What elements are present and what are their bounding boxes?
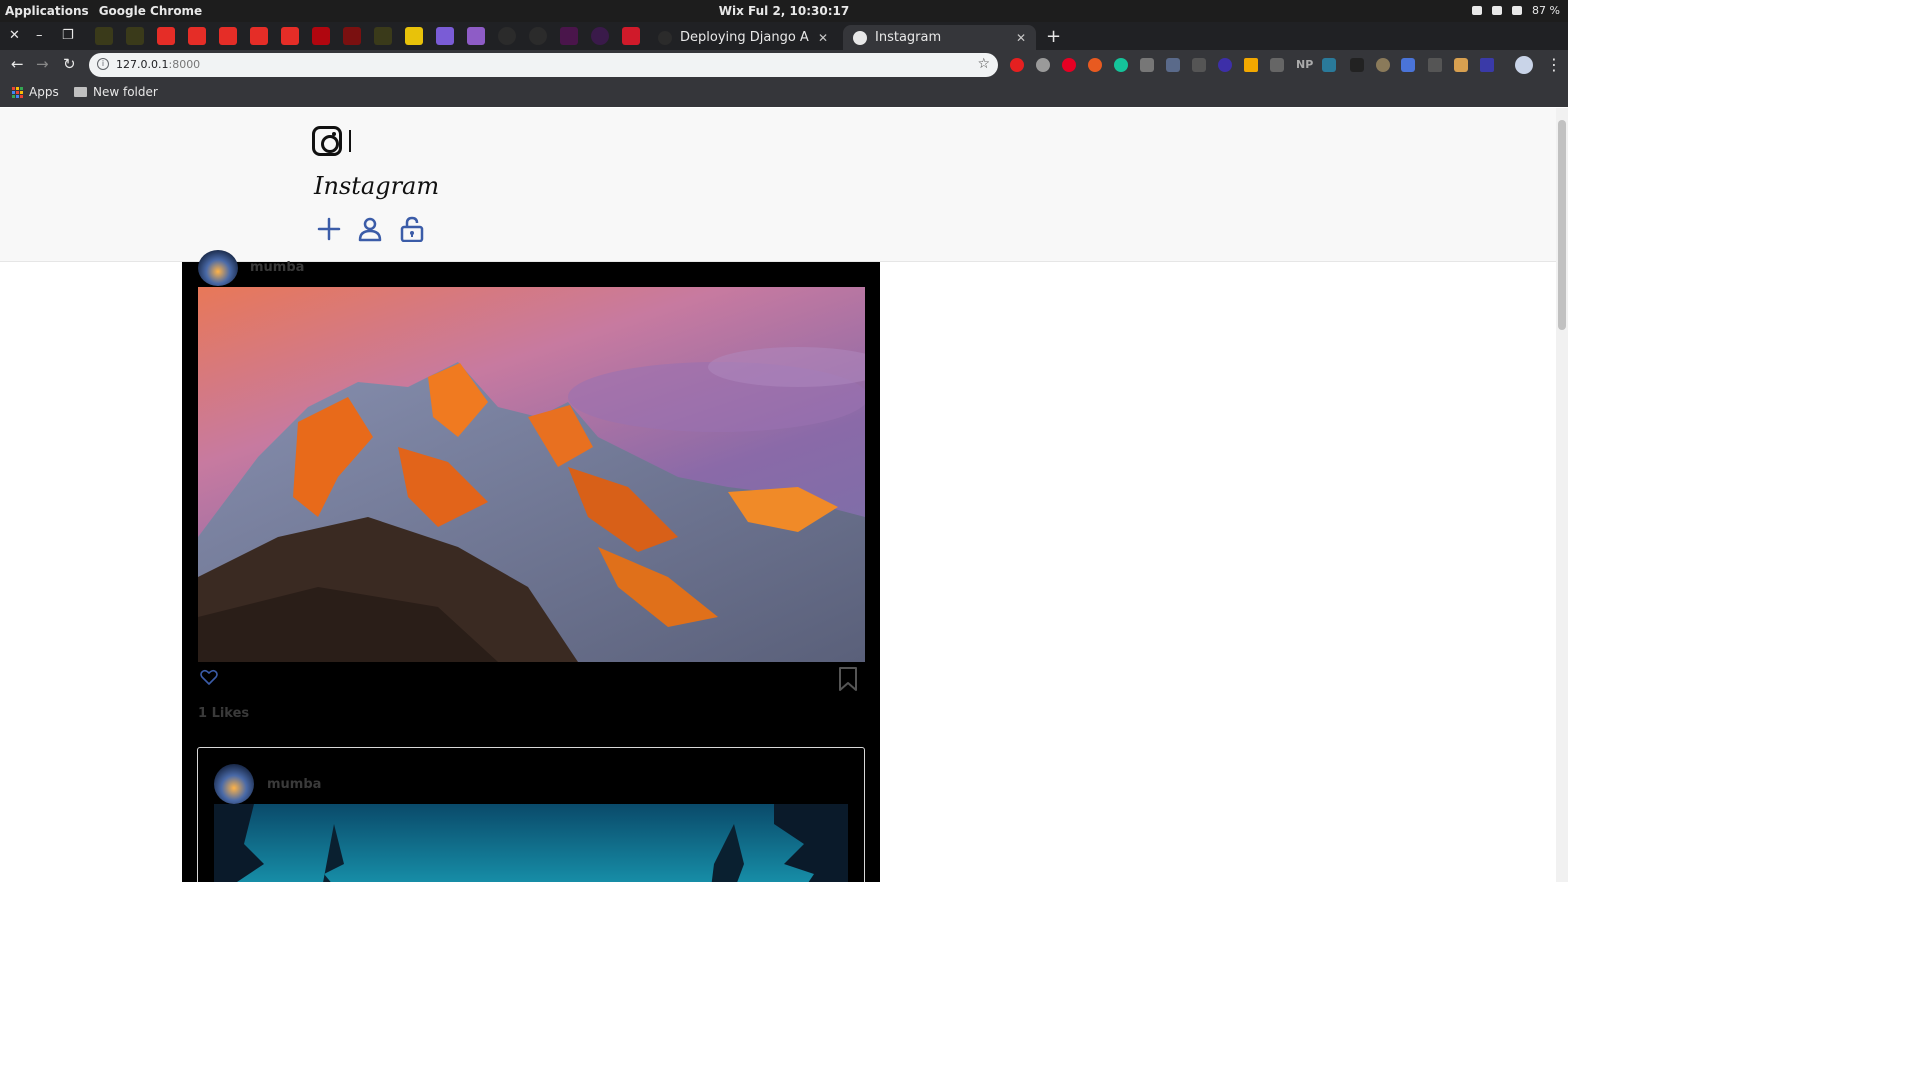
tab-title: Deploying Django Applica bbox=[680, 30, 810, 45]
avatar[interactable] bbox=[198, 250, 238, 286]
download-icon[interactable] bbox=[1192, 58, 1206, 72]
pinterest-icon[interactable] bbox=[1062, 58, 1076, 72]
os-top-bar: Applications Google Chrome Wix Ful 2, 10… bbox=[0, 0, 1568, 22]
youtube-icon[interactable] bbox=[219, 27, 237, 45]
page-viewport: Instagram mumba 1 Likes mumba bbox=[0, 108, 1556, 882]
tab-deploying-django[interactable]: Deploying Django Applica ✕ bbox=[648, 25, 838, 50]
volume-icon[interactable] bbox=[1492, 6, 1503, 15]
youtube-icon[interactable] bbox=[281, 27, 299, 45]
battery-level: 87 % bbox=[1532, 4, 1560, 17]
new-tab-icon[interactable]: + bbox=[1046, 26, 1061, 47]
save-bookmark-icon[interactable] bbox=[838, 666, 858, 692]
slash-icon[interactable] bbox=[436, 27, 454, 45]
back-icon[interactable]: ← bbox=[11, 55, 24, 73]
close-window-icon[interactable]: ✕ bbox=[9, 28, 20, 43]
tree-icon[interactable] bbox=[374, 27, 392, 45]
arrow-icon[interactable] bbox=[1270, 58, 1284, 72]
address-bar[interactable]: i 127.0.0.1:8000 ☆ bbox=[89, 53, 998, 77]
flag-icon[interactable] bbox=[1480, 58, 1494, 72]
instagram-camera-icon[interactable] bbox=[312, 126, 342, 156]
color-icon[interactable] bbox=[1088, 58, 1102, 72]
apps-grid-icon bbox=[12, 86, 23, 98]
translate-icon[interactable] bbox=[1401, 58, 1415, 72]
bookmarks-bar: Apps New folder bbox=[0, 80, 1568, 107]
abp-icon[interactable] bbox=[1036, 58, 1050, 72]
face-icon[interactable] bbox=[1376, 58, 1390, 72]
heart-icon[interactable] bbox=[200, 669, 218, 686]
circle-icon[interactable] bbox=[591, 27, 609, 45]
note-icon[interactable] bbox=[405, 27, 423, 45]
browser-toolbar: ← → ↻ i 127.0.0.1:8000 ☆ NP ⋮ bbox=[0, 50, 1568, 80]
post-card: mumba bbox=[197, 747, 865, 882]
plus-icon[interactable] bbox=[316, 216, 342, 242]
media-icon[interactable] bbox=[343, 27, 361, 45]
bookmark-icon[interactable] bbox=[1428, 58, 1442, 72]
close-tab-icon[interactable]: ✕ bbox=[818, 31, 828, 45]
minimize-window-icon[interactable]: – bbox=[36, 28, 43, 43]
user-icon[interactable] bbox=[357, 216, 383, 242]
github-icon[interactable] bbox=[498, 27, 516, 45]
brand-wordmark[interactable]: Instagram bbox=[314, 172, 439, 200]
forward-icon[interactable]: → bbox=[36, 55, 49, 73]
youtube-icon[interactable] bbox=[188, 27, 206, 45]
site-navbar: Instagram bbox=[0, 108, 1556, 262]
close-tab-icon[interactable]: ✕ bbox=[1016, 31, 1026, 45]
folder-icon bbox=[74, 87, 87, 97]
tab-strip: ✕ – ❐ Deploying Django Applica ✕ Instagr… bbox=[0, 22, 1568, 50]
ts-icon[interactable] bbox=[622, 27, 640, 45]
menu-icon[interactable]: ⋮ bbox=[1546, 55, 1562, 74]
location-icon[interactable] bbox=[1140, 58, 1154, 72]
github-icon[interactable] bbox=[529, 27, 547, 45]
post-image-mountain[interactable] bbox=[198, 287, 865, 662]
slack-icon[interactable] bbox=[560, 27, 578, 45]
tree-icon[interactable] bbox=[126, 27, 144, 45]
bookmark-new-folder[interactable]: New folder bbox=[74, 85, 158, 99]
play-icon[interactable] bbox=[1244, 58, 1258, 72]
battery-icon[interactable] bbox=[1512, 6, 1523, 15]
netflix-icon[interactable] bbox=[312, 27, 330, 45]
globe-icon bbox=[853, 30, 867, 45]
cube-icon[interactable] bbox=[1350, 58, 1364, 72]
post-username[interactable]: mumba bbox=[250, 260, 304, 275]
m-icon[interactable] bbox=[1322, 58, 1336, 72]
tab-title: Instagram bbox=[875, 30, 942, 45]
adblock-icon[interactable] bbox=[1010, 58, 1024, 72]
youtube-icon[interactable] bbox=[250, 27, 268, 45]
site-info-icon[interactable]: i bbox=[97, 58, 109, 70]
system-clock[interactable]: Wix Ful 2, 10:30:17 bbox=[0, 4, 1568, 18]
box-icon[interactable] bbox=[1454, 58, 1468, 72]
scrollbar-thumb[interactable] bbox=[1558, 120, 1566, 330]
restore-window-icon[interactable]: ❐ bbox=[62, 28, 74, 43]
github-icon bbox=[658, 30, 672, 45]
post-image-night-forest[interactable] bbox=[214, 804, 848, 882]
page-scrollbar[interactable] bbox=[1556, 108, 1568, 882]
np-icon[interactable]: NP bbox=[1296, 58, 1313, 71]
feed: mumba 1 Likes mumba bbox=[182, 250, 880, 882]
reload-icon[interactable]: ↻ bbox=[63, 55, 76, 73]
url-text[interactable]: 127.0.0.1:8000 bbox=[116, 58, 200, 71]
bookmark-label: New folder bbox=[93, 85, 158, 99]
likes-count: 1 Likes bbox=[198, 706, 250, 721]
post-header: mumba bbox=[214, 764, 321, 804]
profile-avatar[interactable] bbox=[1515, 56, 1533, 74]
tree-icon[interactable] bbox=[95, 27, 113, 45]
dots-icon[interactable] bbox=[1166, 58, 1180, 72]
h-icon[interactable] bbox=[467, 27, 485, 45]
logo-divider bbox=[349, 130, 351, 152]
bookmark-label: Apps bbox=[29, 85, 59, 99]
bookmark-star-icon[interactable]: ☆ bbox=[977, 56, 990, 72]
post-header: mumba bbox=[198, 250, 304, 286]
post-username[interactable]: mumba bbox=[267, 777, 321, 792]
unlock-icon[interactable] bbox=[399, 216, 425, 242]
youtube-icon[interactable] bbox=[157, 27, 175, 45]
avatar[interactable] bbox=[214, 764, 254, 804]
wifi-icon[interactable] bbox=[1472, 6, 1483, 15]
tab-instagram[interactable]: Instagram ✕ bbox=[843, 25, 1036, 50]
bookmark-apps[interactable]: Apps bbox=[12, 85, 59, 99]
circle-icon[interactable] bbox=[1218, 58, 1232, 72]
grammarly-icon[interactable] bbox=[1114, 58, 1128, 72]
